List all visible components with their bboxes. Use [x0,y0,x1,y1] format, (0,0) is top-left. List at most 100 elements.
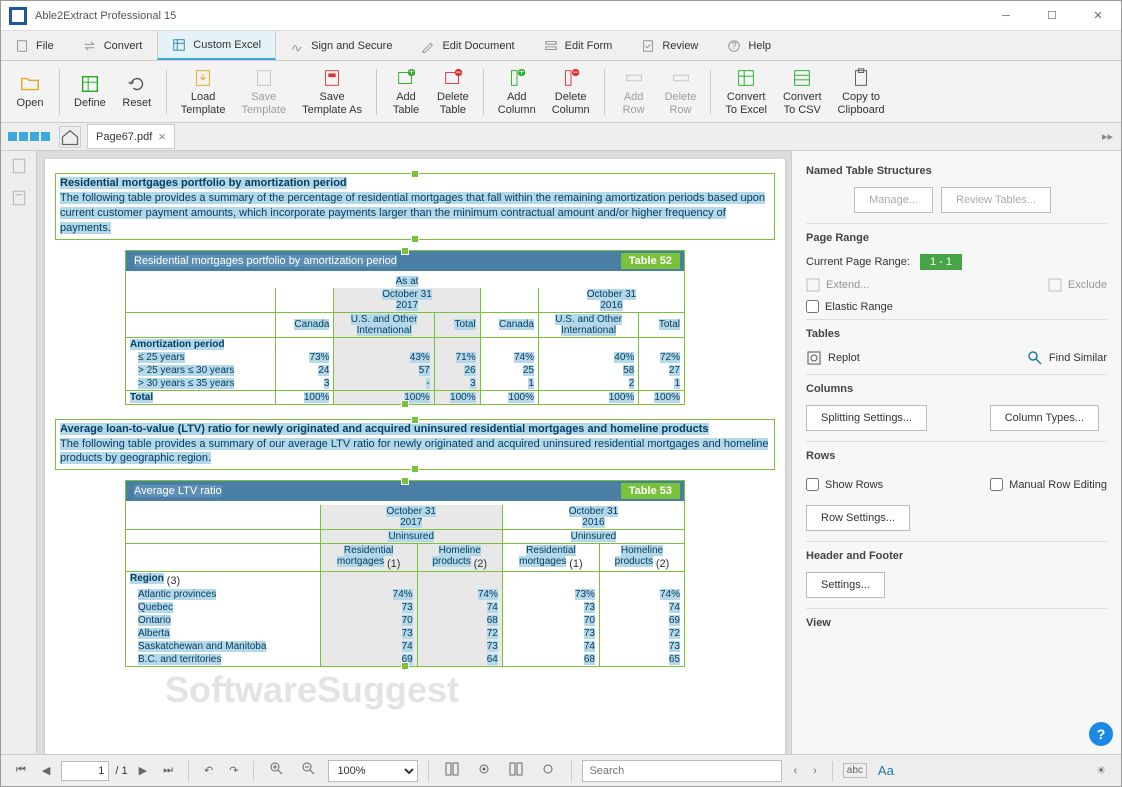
add-row-icon [623,67,645,89]
file-tab[interactable]: Page67.pdf × [87,124,175,149]
copy-clipboard-button[interactable]: Copy to Clipboard [832,65,891,118]
watermark: SoftwareSuggest [165,669,459,711]
excel-icon [172,38,186,52]
exclude-icon [1048,278,1062,292]
home-button[interactable] [59,126,81,148]
zoom-out-icon [301,761,317,777]
hf-settings-button[interactable]: Settings... [806,572,885,598]
manage-button[interactable]: Manage... [854,187,933,213]
reset-icon [126,73,148,95]
last-page-button[interactable]: ⏭ [158,761,178,780]
svg-text:−: − [572,67,578,78]
view-mode-4-icon[interactable] [535,758,561,783]
open-button[interactable]: Open [9,71,51,112]
splitting-settings-button[interactable]: Splitting Settings... [806,405,927,431]
zoom-in-button[interactable] [264,758,290,783]
attachment-icon[interactable] [10,189,28,207]
document-viewport[interactable]: Residential mortgages portfolio by amort… [37,151,791,754]
maximize-button[interactable]: ☐ [1029,1,1075,31]
tab-custom-excel[interactable]: Custom Excel [157,31,276,60]
svg-text:?: ? [732,40,737,51]
match-case-button[interactable]: Aa [873,760,899,781]
search-input[interactable] [582,760,782,782]
row-settings-button[interactable]: Row Settings... [806,505,910,531]
view-mode-1-icon[interactable] [439,758,465,783]
replot-link[interactable]: Replot [806,350,860,366]
define-icon [79,73,101,95]
zoom-out-button[interactable] [296,758,322,783]
load-icon [192,67,214,89]
elastic-range-checkbox[interactable]: Elastic Range [806,300,1107,313]
view-mode-3-icon[interactable] [503,758,529,783]
reset-button[interactable]: Reset [116,71,158,112]
minimize-button[interactable]: ─ [983,1,1029,31]
cpr-value: 1 - 1 [920,254,962,270]
page-input[interactable] [61,761,109,781]
column-types-button[interactable]: Column Types... [990,405,1099,431]
rotate-cw-button[interactable]: ↷ [224,761,243,780]
tab-file[interactable]: File [1,31,69,60]
zoom-select[interactable]: 100% [328,760,418,782]
match-whole-word-button[interactable]: abc [843,763,867,778]
find-similar-link[interactable]: Find Similar [1027,350,1107,366]
search-next-button[interactable]: › [808,762,822,780]
table2-badge: Table 53 [621,483,680,499]
convert-excel-button[interactable]: Convert To Excel [719,65,773,118]
right-panel: Named Table Structures Manage... Review T… [791,151,1121,754]
del-col-icon: − [560,67,582,89]
view-mode-2-icon[interactable] [471,758,497,783]
csv-icon [791,67,813,89]
section1-title: Residential mortgages portfolio by amort… [60,177,347,189]
save-template-as-button[interactable]: Save Template As [296,65,368,118]
rotate-ccw-button[interactable]: ↶ [199,761,218,780]
close-tab-icon[interactable]: × [158,129,166,144]
prev-page-button[interactable]: ◀ [37,761,55,780]
delete-column-button[interactable]: −Delete Column [546,65,596,118]
manual-row-checkbox[interactable]: Manual Row Editing [990,478,1107,491]
convert-icon [83,39,97,53]
title-bar: Able2Extract Professional 15 ─ ☐ ✕ [1,1,1121,31]
panel-title-nts: Named Table Structures [806,165,1107,177]
review-tables-button[interactable]: Review Tables... [941,187,1051,213]
delete-table-button[interactable]: −Delete Table [431,65,475,118]
page-total: / 1 [115,765,127,777]
tab-sign-secure[interactable]: Sign and Secure [276,31,407,60]
add-column-button[interactable]: +Add Column [492,65,542,118]
table2: October 31 2017October 31 2016 Uninsured… [126,505,684,666]
add-table-button[interactable]: +Add Table [385,65,427,118]
table1-badge: Table 52 [621,253,680,269]
extend-link[interactable]: Extend... [806,278,869,292]
panel-title-prange: Page Range [806,232,1107,244]
tab-convert[interactable]: Convert [69,31,158,60]
ribbon-toolbar: Open Define Reset Load Template Save Tem… [1,61,1121,123]
close-button[interactable]: ✕ [1075,1,1121,31]
thumbnails-toggle-icon[interactable] [5,129,53,144]
panel-collapse-icon[interactable]: ▸▸ [1102,130,1113,143]
help-icon: ? [727,39,741,53]
panel-title-tables: Tables [806,328,1107,340]
define-button[interactable]: Define [68,71,112,112]
menu-bar: File Convert Custom Excel Sign and Secur… [1,31,1121,61]
tab-review[interactable]: Review [627,31,713,60]
exclude-link[interactable]: Exclude [1048,278,1107,292]
tab-edit-document[interactable]: Edit Document [407,31,529,60]
add-row-button: Add Row [613,65,655,118]
next-page-button[interactable]: ▶ [134,761,152,780]
page-icon[interactable] [10,157,28,175]
help-bubble-icon[interactable]: ? [1089,722,1113,746]
document-tab-bar: Page67.pdf × ▸▸ [1,123,1121,151]
file-icon [15,39,29,53]
section2-text: The following table provides a summary o… [60,438,768,465]
panel-title-rows: Rows [806,450,1107,462]
search-icon [1027,350,1043,366]
search-prev-button[interactable]: ‹ [788,762,802,780]
tab-help[interactable]: ?Help [713,31,786,60]
brightness-icon[interactable]: ☀ [1091,761,1111,780]
show-rows-checkbox[interactable]: Show Rows [806,478,883,491]
convert-csv-button[interactable]: Convert To CSV [777,65,828,118]
tab-edit-form[interactable]: Edit Form [530,31,628,60]
excel-out-icon [735,67,757,89]
first-page-button[interactable]: ⏮ [11,761,31,780]
load-template-button[interactable]: Load Template [175,65,232,118]
table1: As at October 31 2017October 31 2016 Can… [126,275,684,404]
